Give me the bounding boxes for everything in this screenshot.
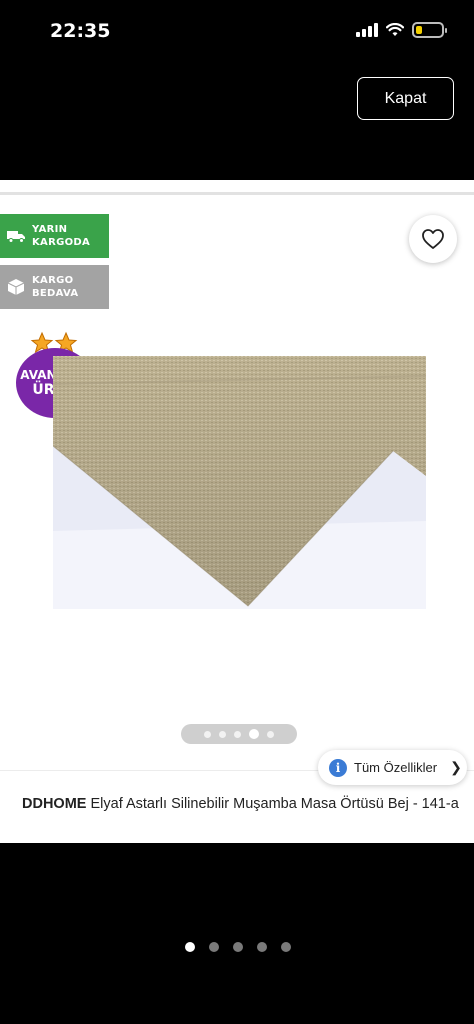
product-title: DDHOME Elyaf Astarlı Silinebilir Muşamba… <box>22 794 462 815</box>
shipping-tomorrow-line2: KARGODA <box>32 237 91 248</box>
page-dot <box>233 942 243 952</box>
gallery-dot[interactable] <box>267 730 274 738</box>
page-dot <box>209 942 219 952</box>
gallery-dot[interactable] <box>234 730 241 738</box>
battery-icon <box>412 22 447 38</box>
page-dot <box>185 942 195 952</box>
status-bar: 22:35 <box>0 0 474 60</box>
product-brand: DDHOME <box>22 796 87 812</box>
box-icon <box>6 279 26 295</box>
page-dot <box>257 942 267 952</box>
product-sheet: YARIN KARGODA KARGO BEDAVA AVANTAJLI ÜRÜ… <box>0 180 474 843</box>
divider <box>0 192 474 195</box>
free-shipping-line2: BEDAVA <box>32 288 79 299</box>
shipping-tomorrow-label: YARIN KARGODA <box>32 223 90 249</box>
gallery-dot[interactable] <box>219 730 226 738</box>
heart-icon <box>422 229 444 249</box>
close-button[interactable]: Kapat <box>357 77 454 120</box>
wifi-icon <box>386 23 404 36</box>
page-dot <box>281 942 291 952</box>
free-shipping-badge: KARGO BEDAVA <box>0 265 109 309</box>
product-image[interactable] <box>53 356 426 609</box>
shipping-tomorrow-line1: YARIN <box>32 224 68 235</box>
favorite-button[interactable] <box>409 215 457 263</box>
free-shipping-line1: KARGO <box>32 275 74 286</box>
status-icons <box>356 22 447 38</box>
all-features-button[interactable]: i Tüm Özellikler ❯ <box>318 750 467 785</box>
free-shipping-label: KARGO BEDAVA <box>32 274 78 300</box>
info-icon: i <box>329 758 347 777</box>
product-name: Elyaf Astarlı Silinebilir Muşamba Masa Ö… <box>90 796 459 812</box>
cellular-signal-icon <box>356 23 378 37</box>
gallery-dot[interactable] <box>249 729 259 739</box>
all-features-label: Tüm Özellikler <box>354 760 438 775</box>
chevron-right-icon: ❯ <box>450 759 462 775</box>
status-time: 22:35 <box>50 20 111 42</box>
page-indicator <box>185 942 291 952</box>
gallery-indicator[interactable] <box>181 724 297 744</box>
battery-level <box>416 26 422 34</box>
truck-icon <box>6 228 26 244</box>
gallery-dot[interactable] <box>204 730 211 738</box>
shipping-tomorrow-badge: YARIN KARGODA <box>0 214 109 258</box>
